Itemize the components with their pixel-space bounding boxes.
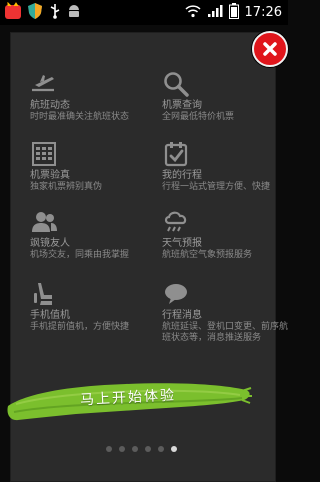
feature-trip-messages: 行程消息 航班延误、登机口变更、前序航班状态等，消息推送服务 (162, 280, 288, 343)
notification-app-icon (4, 1, 22, 24)
battery-icon (228, 2, 239, 23)
feature-weather: 天气预报 航班航空气象预报服务 (162, 208, 288, 268)
page-dot-active[interactable] (171, 446, 177, 452)
feature-title: 航班动态 (30, 100, 70, 111)
page-dot[interactable] (158, 446, 164, 452)
friends-icon (30, 208, 58, 236)
feature-my-trip: 我的行程 行程一站式管理方便、快捷 (162, 140, 288, 200)
feature-title: 手机值机 (30, 310, 70, 321)
status-bar-left (0, 1, 82, 24)
page-dot[interactable] (119, 446, 125, 452)
feature-desc: 手机提前值机，方便快捷 (30, 322, 130, 332)
search-icon (162, 70, 190, 98)
ticket-verify-icon (30, 140, 58, 168)
feature-desc: 航班航空气象预报服务 (162, 250, 253, 260)
feature-desc: 独家机票辨别真伪 (30, 182, 103, 192)
feature-title: 机票查询 (162, 100, 202, 111)
close-icon (263, 42, 277, 56)
calendar-check-icon (162, 140, 190, 168)
message-bubble-icon (162, 280, 190, 308)
signal-icon (207, 4, 223, 22)
feature-title: 飒镜友人 (30, 238, 70, 249)
airplane-takeoff-icon (30, 70, 58, 98)
wifi-icon (185, 4, 201, 22)
feature-title: 机票验真 (30, 170, 70, 181)
feature-desc: 机场交友，同乘由我掌握 (30, 250, 130, 260)
page-dot[interactable] (132, 446, 138, 452)
feature-friends: 飒镜友人 机场交友，同乘由我掌握 (30, 208, 156, 268)
weather-icon (162, 208, 190, 236)
feature-desc: 时时最准确关注航班状态 (30, 112, 130, 122)
shield-icon (26, 2, 44, 24)
feature-title: 我的行程 (162, 170, 202, 181)
feature-flight-status: 航班动态 时时最准确关注航班状态 (30, 70, 156, 130)
page-dot[interactable] (106, 446, 112, 452)
usb-icon (48, 3, 62, 23)
page-dot[interactable] (145, 446, 151, 452)
feature-desc: 行程一站式管理方便、快捷 (162, 182, 271, 192)
close-button[interactable] (252, 31, 288, 67)
feature-ticket-verify: 机票验真 独家机票辨别真伪 (30, 140, 156, 200)
feature-title: 行程消息 (162, 310, 202, 321)
page-indicator (106, 444, 186, 454)
status-time: 17:26 (244, 5, 282, 20)
feature-desc: 全网最低特价机票 (162, 112, 235, 122)
status-bar-right: 17:26 (185, 2, 288, 23)
feature-title: 天气预报 (162, 238, 202, 249)
seat-icon (30, 280, 58, 308)
feature-ticket-search: 机票查询 全网最低特价机票 (162, 70, 288, 130)
android-icon (66, 3, 82, 23)
feature-desc: 航班延误、登机口变更、前序航班状态等，消息推送服务 (162, 322, 289, 343)
status-bar: 17:26 (0, 0, 288, 25)
feature-mobile-checkin: 手机值机 手机提前值机，方便快捷 (30, 280, 156, 340)
